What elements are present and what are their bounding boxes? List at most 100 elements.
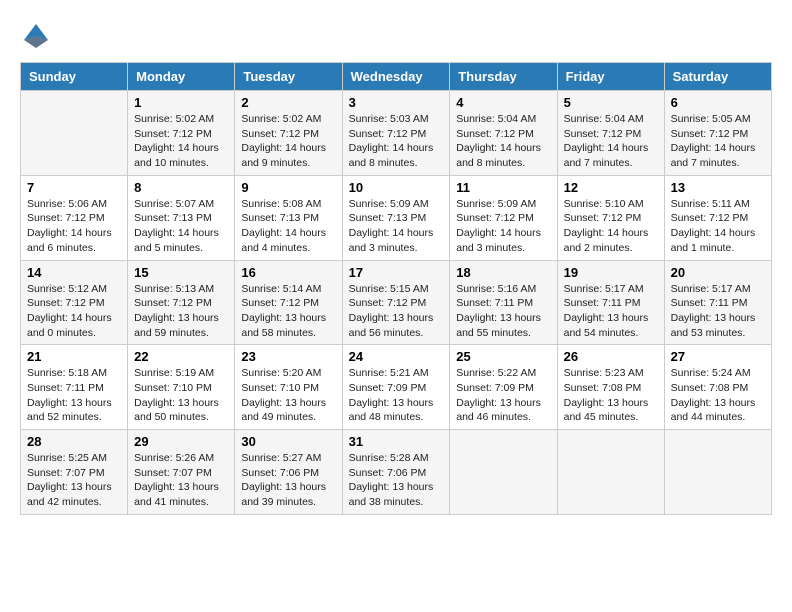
day-number: 23 xyxy=(241,349,335,364)
day-number: 30 xyxy=(241,434,335,449)
calendar-cell: 28 Sunrise: 5:25 AMSunset: 7:07 PMDayligh… xyxy=(21,430,128,515)
calendar-header: SundayMondayTuesdayWednesdayThursdayFrid… xyxy=(21,63,772,91)
calendar-week-row: 21 Sunrise: 5:18 AMSunset: 7:11 PMDayligh… xyxy=(21,345,772,430)
calendar-cell: 3 Sunrise: 5:03 AMSunset: 7:12 PMDaylight… xyxy=(342,91,450,176)
day-detail: Sunrise: 5:22 AMSunset: 7:09 PMDaylight:… xyxy=(456,366,550,425)
day-detail: Sunrise: 5:17 AMSunset: 7:11 PMDaylight:… xyxy=(564,282,658,341)
day-number: 27 xyxy=(671,349,765,364)
day-detail: Sunrise: 5:20 AMSunset: 7:10 PMDaylight:… xyxy=(241,366,335,425)
day-number: 5 xyxy=(564,95,658,110)
day-number: 17 xyxy=(349,265,444,280)
calendar-cell: 25Sunrise: 5:22 AMSunset: 7:09 PMDayligh… xyxy=(450,345,557,430)
calendar-cell: 17 Sunrise: 5:15 AMSunset: 7:12 PMDayligh… xyxy=(342,260,450,345)
day-number: 16 xyxy=(241,265,335,280)
calendar-cell: 30 Sunrise: 5:27 AMSunset: 7:06 PMDayligh… xyxy=(235,430,342,515)
day-detail: Sunrise: 5:16 AMSunset: 7:11 PMDaylight:… xyxy=(456,282,550,341)
calendar-body: 1 Sunrise: 5:02 AMSunset: 7:12 PMDaylight… xyxy=(21,91,772,515)
day-detail: Sunrise: 5:17 AMSunset: 7:11 PMDaylight:… xyxy=(671,282,765,341)
calendar-cell xyxy=(557,430,664,515)
day-detail: Sunrise: 5:23 AMSunset: 7:08 PMDaylight:… xyxy=(564,366,658,425)
day-number: 1 xyxy=(134,95,228,110)
calendar-cell: 27Sunrise: 5:24 AMSunset: 7:08 PMDayligh… xyxy=(664,345,771,430)
day-detail: Sunrise: 5:03 AMSunset: 7:12 PMDaylight:… xyxy=(349,112,444,171)
day-detail: Sunrise: 5:28 AMSunset: 7:06 PMDaylight:… xyxy=(349,451,444,510)
day-number: 28 xyxy=(27,434,121,449)
calendar-cell: 14 Sunrise: 5:12 AMSunset: 7:12 PMDayligh… xyxy=(21,260,128,345)
day-number: 29 xyxy=(134,434,228,449)
logo xyxy=(20,20,56,52)
calendar-week-row: 14 Sunrise: 5:12 AMSunset: 7:12 PMDayligh… xyxy=(21,260,772,345)
calendar-cell xyxy=(664,430,771,515)
day-number: 11 xyxy=(456,180,550,195)
calendar-week-row: 7 Sunrise: 5:06 AMSunset: 7:12 PMDaylight… xyxy=(21,175,772,260)
day-number: 12 xyxy=(564,180,658,195)
day-header: Saturday xyxy=(664,63,771,91)
logo-icon xyxy=(20,20,52,52)
calendar-cell: 15Sunrise: 5:13 AMSunset: 7:12 PMDayligh… xyxy=(128,260,235,345)
day-number: 10 xyxy=(349,180,444,195)
day-number: 7 xyxy=(27,180,121,195)
day-number: 21 xyxy=(27,349,121,364)
calendar-cell: 6 Sunrise: 5:05 AMSunset: 7:12 PMDaylight… xyxy=(664,91,771,176)
day-header: Monday xyxy=(128,63,235,91)
day-detail: Sunrise: 5:14 AMSunset: 7:12 PMDaylight:… xyxy=(241,282,335,341)
day-detail: Sunrise: 5:21 AMSunset: 7:09 PMDaylight:… xyxy=(349,366,444,425)
calendar-week-row: 1 Sunrise: 5:02 AMSunset: 7:12 PMDaylight… xyxy=(21,91,772,176)
calendar-cell: 2 Sunrise: 5:02 AMSunset: 7:12 PMDaylight… xyxy=(235,91,342,176)
day-detail: Sunrise: 5:05 AMSunset: 7:12 PMDaylight:… xyxy=(671,112,765,171)
day-number: 2 xyxy=(241,95,335,110)
day-detail: Sunrise: 5:12 AMSunset: 7:12 PMDaylight:… xyxy=(27,282,121,341)
calendar-cell: 9 Sunrise: 5:08 AMSunset: 7:13 PMDaylight… xyxy=(235,175,342,260)
day-detail: Sunrise: 5:09 AMSunset: 7:12 PMDaylight:… xyxy=(456,197,550,256)
calendar-cell: 22 Sunrise: 5:19 AMSunset: 7:10 PMDayligh… xyxy=(128,345,235,430)
calendar-table: SundayMondayTuesdayWednesdayThursdayFrid… xyxy=(20,62,772,515)
calendar-cell: 4Sunrise: 5:04 AMSunset: 7:12 PMDaylight… xyxy=(450,91,557,176)
day-detail: Sunrise: 5:02 AMSunset: 7:12 PMDaylight:… xyxy=(241,112,335,171)
calendar-cell: 18 Sunrise: 5:16 AMSunset: 7:11 PMDayligh… xyxy=(450,260,557,345)
day-detail: Sunrise: 5:25 AMSunset: 7:07 PMDaylight:… xyxy=(27,451,121,510)
day-number: 14 xyxy=(27,265,121,280)
day-detail: Sunrise: 5:08 AMSunset: 7:13 PMDaylight:… xyxy=(241,197,335,256)
calendar-cell: 11 Sunrise: 5:09 AMSunset: 7:12 PMDayligh… xyxy=(450,175,557,260)
day-header: Wednesday xyxy=(342,63,450,91)
calendar-cell: 1Sunrise: 5:02 AMSunset: 7:12 PMDaylight… xyxy=(128,91,235,176)
day-detail: Sunrise: 5:10 AMSunset: 7:12 PMDaylight:… xyxy=(564,197,658,256)
day-number: 8 xyxy=(134,180,228,195)
day-detail: Sunrise: 5:06 AMSunset: 7:12 PMDaylight:… xyxy=(27,197,121,256)
day-detail: Sunrise: 5:27 AMSunset: 7:06 PMDaylight:… xyxy=(241,451,335,510)
calendar-cell xyxy=(450,430,557,515)
calendar-cell: 12 Sunrise: 5:10 AMSunset: 7:12 PMDayligh… xyxy=(557,175,664,260)
calendar-cell: 7 Sunrise: 5:06 AMSunset: 7:12 PMDaylight… xyxy=(21,175,128,260)
day-number: 6 xyxy=(671,95,765,110)
day-detail: Sunrise: 5:19 AMSunset: 7:10 PMDaylight:… xyxy=(134,366,228,425)
day-detail: Sunrise: 5:15 AMSunset: 7:12 PMDaylight:… xyxy=(349,282,444,341)
calendar-week-row: 28 Sunrise: 5:25 AMSunset: 7:07 PMDayligh… xyxy=(21,430,772,515)
day-detail: Sunrise: 5:07 AMSunset: 7:13 PMDaylight:… xyxy=(134,197,228,256)
calendar-cell: 16 Sunrise: 5:14 AMSunset: 7:12 PMDayligh… xyxy=(235,260,342,345)
day-detail: Sunrise: 5:26 AMSunset: 7:07 PMDaylight:… xyxy=(134,451,228,510)
calendar-cell: 5 Sunrise: 5:04 AMSunset: 7:12 PMDaylight… xyxy=(557,91,664,176)
header xyxy=(20,20,772,52)
day-header: Thursday xyxy=(450,63,557,91)
day-header: Friday xyxy=(557,63,664,91)
day-detail: Sunrise: 5:09 AMSunset: 7:13 PMDaylight:… xyxy=(349,197,444,256)
calendar-cell xyxy=(21,91,128,176)
calendar-cell: 29 Sunrise: 5:26 AMSunset: 7:07 PMDayligh… xyxy=(128,430,235,515)
calendar-cell: 13 Sunrise: 5:11 AMSunset: 7:12 PMDayligh… xyxy=(664,175,771,260)
day-number: 9 xyxy=(241,180,335,195)
day-number: 24 xyxy=(349,349,444,364)
day-number: 13 xyxy=(671,180,765,195)
day-detail: Sunrise: 5:11 AMSunset: 7:12 PMDaylight:… xyxy=(671,197,765,256)
calendar-cell: 20 Sunrise: 5:17 AMSunset: 7:11 PMDayligh… xyxy=(664,260,771,345)
day-number: 3 xyxy=(349,95,444,110)
day-number: 18 xyxy=(456,265,550,280)
day-header: Tuesday xyxy=(235,63,342,91)
day-number: 20 xyxy=(671,265,765,280)
day-number: 22 xyxy=(134,349,228,364)
day-detail: Sunrise: 5:04 AMSunset: 7:12 PMDaylight:… xyxy=(564,112,658,171)
calendar-cell: 31Sunrise: 5:28 AMSunset: 7:06 PMDayligh… xyxy=(342,430,450,515)
day-number: 26 xyxy=(564,349,658,364)
calendar-cell: 21 Sunrise: 5:18 AMSunset: 7:11 PMDayligh… xyxy=(21,345,128,430)
day-header: Sunday xyxy=(21,63,128,91)
day-detail: Sunrise: 5:18 AMSunset: 7:11 PMDaylight:… xyxy=(27,366,121,425)
